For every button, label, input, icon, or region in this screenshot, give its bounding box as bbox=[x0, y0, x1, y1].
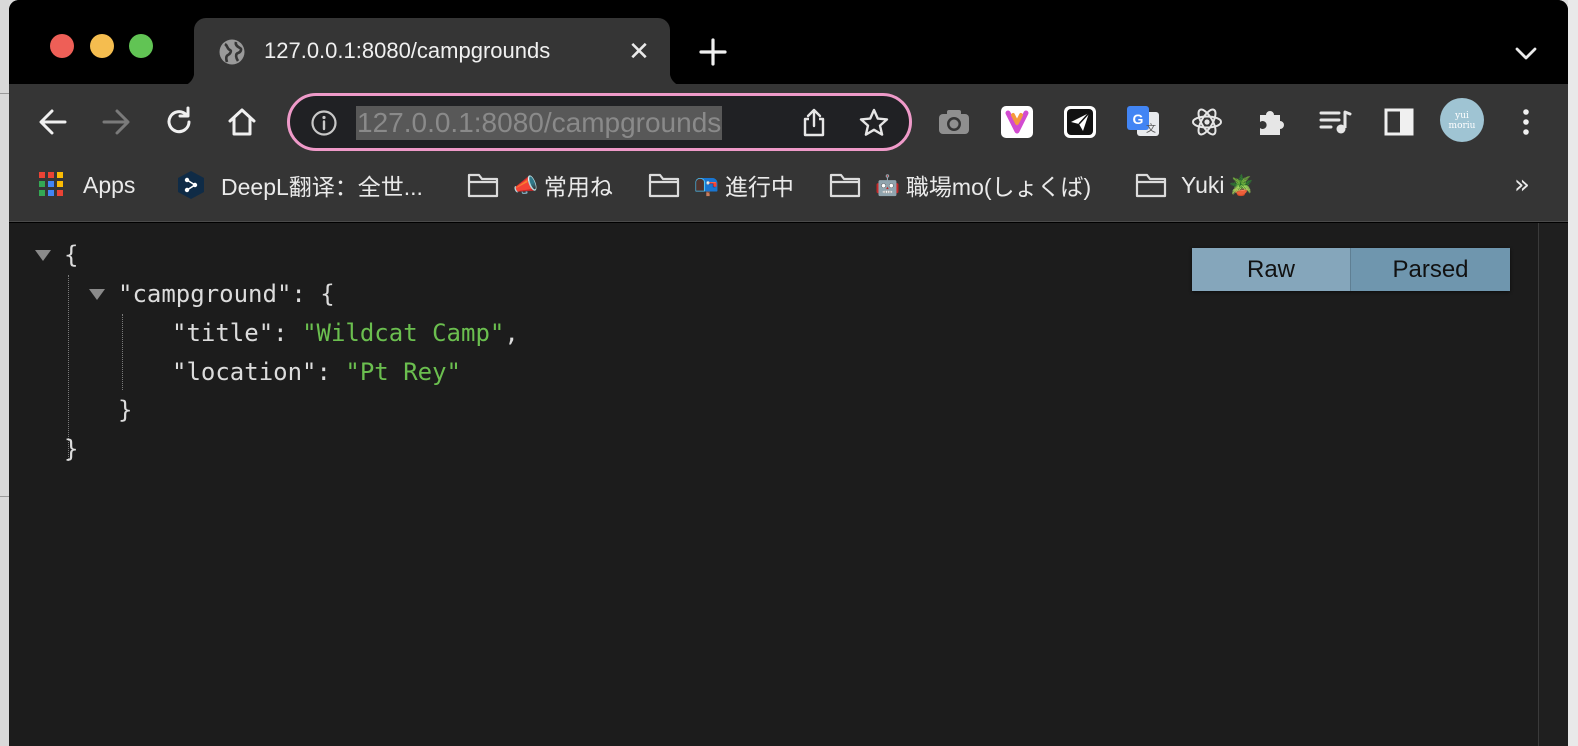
page-content: { "campground": { "title": "Wildcat Camp… bbox=[9, 223, 1568, 746]
extensions-puzzle-icon[interactable] bbox=[1253, 104, 1289, 140]
bookmark-deepl[interactable]: DeepL翻译：全世... bbox=[175, 170, 423, 200]
minimize-window-button[interactable] bbox=[90, 34, 114, 58]
deepl-icon bbox=[175, 171, 207, 199]
bookmark-star-icon[interactable] bbox=[858, 107, 890, 139]
json-value-title: "Wildcat Camp" bbox=[302, 319, 505, 347]
browser-window: 127.0.0.1:8080/campgrounds ✕ 127.0.0.1:8… bbox=[9, 0, 1568, 746]
folder-icon bbox=[648, 171, 680, 199]
megaphone-icon: 📣 bbox=[513, 173, 538, 197]
globe-icon bbox=[218, 38, 246, 66]
home-icon[interactable] bbox=[224, 104, 260, 140]
site-info-icon[interactable] bbox=[310, 109, 338, 137]
robot-icon: 🤖 bbox=[875, 173, 900, 197]
bookmark-apps[interactable]: Apps bbox=[37, 170, 135, 200]
svg-text:文: 文 bbox=[1146, 122, 1156, 135]
close-tab-icon[interactable]: ✕ bbox=[624, 36, 654, 66]
fullscreen-window-button[interactable] bbox=[129, 34, 153, 58]
svg-text:G: G bbox=[1133, 111, 1144, 127]
download-extension-icon[interactable] bbox=[999, 104, 1035, 140]
json-key-campground: "campground": { bbox=[118, 280, 335, 308]
vertical-scrollbar[interactable] bbox=[1538, 223, 1568, 746]
json-location-row: "location": "Pt Rey" bbox=[172, 358, 461, 386]
share-icon[interactable] bbox=[798, 107, 830, 139]
tab-title: 127.0.0.1:8080/campgrounds bbox=[264, 38, 551, 63]
address-bar[interactable]: 127.0.0.1:8080/campgrounds bbox=[287, 93, 912, 151]
json-title-row: "title": "Wildcat Camp", bbox=[172, 319, 519, 347]
new-tab-button[interactable] bbox=[697, 36, 729, 68]
forward-arrow-icon[interactable] bbox=[98, 104, 134, 140]
close-window-button[interactable] bbox=[50, 34, 74, 58]
json-campground-close: } bbox=[118, 396, 133, 424]
back-arrow-icon[interactable] bbox=[35, 104, 71, 140]
google-translate-icon[interactable]: G 文 bbox=[1125, 104, 1161, 140]
json-root-open: { bbox=[64, 241, 79, 269]
tab-search-chevron-down-icon[interactable] bbox=[1511, 40, 1541, 66]
mailbox-icon: 📭 bbox=[694, 173, 719, 197]
folder-icon bbox=[829, 171, 861, 199]
bookmark-folder-shinkouchu[interactable]: 📭 進行中 bbox=[648, 170, 794, 200]
screenshot-camera-icon[interactable] bbox=[936, 104, 972, 140]
raw-button[interactable]: Raw bbox=[1192, 248, 1351, 291]
folder-icon bbox=[467, 171, 499, 199]
collapse-campground-caret-icon[interactable] bbox=[89, 289, 105, 300]
json-root-close: } bbox=[64, 435, 79, 463]
indent-guide-campground bbox=[122, 314, 123, 390]
bookmark-folder-shokuba[interactable]: 🤖 職場mo(しょくば) bbox=[829, 170, 1091, 200]
desktop-edge-left bbox=[0, 0, 9, 746]
bookmark-folder-yuki[interactable]: Yuki 🪴 bbox=[1135, 170, 1259, 200]
browser-tab[interactable]: 127.0.0.1:8080/campgrounds ✕ bbox=[180, 18, 684, 86]
side-panel-icon[interactable] bbox=[1381, 104, 1417, 140]
telegram-send-icon[interactable] bbox=[1062, 104, 1098, 140]
media-queue-icon[interactable] bbox=[1317, 104, 1353, 140]
collapse-root-caret-icon[interactable] bbox=[35, 250, 51, 261]
reload-icon[interactable] bbox=[161, 104, 197, 140]
raw-parsed-toggle: Raw Parsed bbox=[1192, 248, 1510, 291]
title-bar: 127.0.0.1:8080/campgrounds ✕ bbox=[9, 0, 1568, 86]
more-menu-icon[interactable] bbox=[1508, 104, 1544, 140]
bookmark-folder-joyo[interactable]: 📣 常用ね bbox=[467, 170, 613, 200]
desktop-edge-right bbox=[1568, 0, 1578, 746]
profile-avatar[interactable]: yui moriu bbox=[1440, 98, 1484, 142]
potted-plant-icon: 🪴 bbox=[1228, 173, 1254, 197]
react-devtools-icon[interactable] bbox=[1189, 104, 1225, 140]
json-value-location: "Pt Rey" bbox=[345, 358, 461, 386]
apps-grid-icon bbox=[37, 171, 69, 199]
url-text[interactable]: 127.0.0.1:8080/campgrounds bbox=[356, 106, 723, 140]
toolbar: 127.0.0.1:8080/campgrounds G 文 yui moriu bbox=[9, 84, 1568, 160]
more-bookmarks-chevron-icon[interactable]: » bbox=[1514, 170, 1530, 200]
folder-icon bbox=[1135, 171, 1167, 199]
parsed-button[interactable]: Parsed bbox=[1351, 248, 1510, 291]
bookmarks-bar: Apps DeepL翻译：全世... 📣 常用ね 📭 進行中 🤖 職場mo(しょ… bbox=[9, 160, 1568, 222]
